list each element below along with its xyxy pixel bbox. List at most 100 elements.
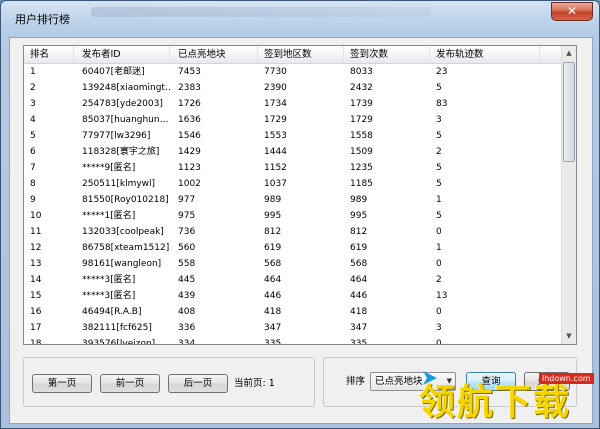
scroll-down-arrow-icon[interactable]: ▼ (562, 329, 576, 344)
cell-rank: 16 (30, 307, 42, 317)
table-row[interactable]: 6 118328[寰宇之旅] 1429 1444 1509 2 (24, 144, 562, 160)
previous-page-button[interactable]: 前一页 (100, 374, 160, 393)
column-header-checkin-regions[interactable]: 签到地区数 (258, 46, 344, 64)
table-row[interactable]: 7 *****9[匿名] 1123 1152 1235 5 (24, 160, 562, 176)
cell-lit-blocks: 736 (178, 227, 196, 237)
scroll-up-arrow-icon[interactable]: ▲ (562, 46, 576, 61)
table-row[interactable]: 16 46494[R.A.B] 408 418 418 0 (24, 304, 562, 320)
cell-tracks-published: 5 (436, 211, 442, 221)
cell-checkin-regions: 1734 (264, 99, 287, 109)
cell-checkin-regions: 568 (264, 259, 282, 269)
title-bar[interactable]: 用户排行榜 ✕ (1, 1, 599, 37)
table-row[interactable]: 14 *****3[匿名] 445 464 464 2 (24, 272, 562, 288)
column-header-tracks-published[interactable]: 发布轨迹数 (430, 46, 540, 64)
cell-rank: 17 (30, 323, 42, 333)
cell-lit-blocks: 975 (178, 211, 196, 221)
table-row[interactable]: 8 250511[klmywl] 1002 1037 1185 5 (24, 176, 562, 192)
cell-checkin-count: 2432 (350, 83, 373, 93)
cell-checkin-regions: 2390 (264, 83, 287, 93)
next-page-button[interactable]: 后一页 (168, 374, 228, 393)
table-header: 排名 发布者ID 已点亮地块 签到地区数 签到次数 发布轨迹数 (24, 46, 562, 64)
cell-checkin-count: 1235 (350, 163, 373, 173)
cell-rank: 5 (30, 131, 36, 141)
cell-checkin-count: 1729 (350, 115, 373, 125)
cell-tracks-published: 5 (436, 131, 442, 141)
cell-checkin-regions: 995 (264, 211, 282, 221)
first-page-button[interactable]: 第一页 (32, 374, 92, 393)
cell-checkin-count: 989 (350, 195, 368, 205)
cell-publisher-id: 81550[Roy010218] (82, 195, 169, 205)
cell-checkin-regions: 1444 (264, 147, 287, 157)
column-header-rank[interactable]: 排名 (24, 46, 74, 64)
cell-lit-blocks: 2383 (178, 83, 201, 93)
close-window-button[interactable]: ✕ (551, 2, 593, 21)
cell-checkin-regions: 1037 (264, 179, 287, 189)
cell-lit-blocks: 1726 (178, 99, 201, 109)
column-header-publisher-id[interactable]: 发布者ID (76, 46, 170, 64)
cell-checkin-count: 8033 (350, 67, 373, 77)
cell-publisher-id: 46494[R.A.B] (82, 307, 142, 317)
cell-lit-blocks: 1636 (178, 115, 201, 125)
cell-rank: 14 (30, 275, 42, 285)
cell-rank: 4 (30, 115, 36, 125)
cell-tracks-published: 0 (436, 227, 442, 237)
cell-tracks-published: 3 (436, 115, 442, 125)
cell-rank: 1 (30, 67, 36, 77)
cell-lit-blocks: 1123 (178, 163, 201, 173)
ranking-table[interactable]: 排名 发布者ID 已点亮地块 签到地区数 签到次数 发布轨迹数 1 60407[老… (23, 45, 577, 345)
cell-tracks-published: 5 (436, 83, 442, 93)
cell-lit-blocks: 439 (178, 291, 196, 301)
cell-tracks-published: 23 (436, 67, 448, 77)
table-row[interactable]: 1 60407[老邮迷] 7453 7730 8033 23 (24, 64, 562, 80)
cell-publisher-id: 139248[xiaomingt… (82, 83, 170, 93)
table-row[interactable]: 5 77977[lw3296] 1546 1553 1558 5 (24, 128, 562, 144)
cell-checkin-count: 568 (350, 259, 368, 269)
cell-lit-blocks: 336 (178, 323, 196, 333)
table-row[interactable]: 15 *****3[匿名] 439 446 446 13 (24, 288, 562, 304)
table-row[interactable]: 11 132033[coolpeak] 736 812 812 0 (24, 224, 562, 240)
cell-publisher-id: 132033[coolpeak] (82, 227, 164, 237)
cell-lit-blocks: 334 (178, 339, 196, 345)
cell-rank: 13 (30, 259, 42, 269)
cell-tracks-published: 0 (436, 339, 442, 345)
cell-tracks-published: 1 (436, 243, 442, 253)
table-row[interactable]: 4 85037[huanghun… 1636 1729 1729 3 (24, 112, 562, 128)
cell-checkin-count: 1509 (350, 147, 373, 157)
cell-checkin-regions: 464 (264, 275, 282, 285)
cell-checkin-count: 995 (350, 211, 368, 221)
cell-rank: 8 (30, 179, 36, 189)
table-row[interactable]: 18 393576[lveizon] 334 335 335 0 (24, 336, 562, 345)
table-row[interactable]: 12 86758[xteam1512] 560 619 619 1 (24, 240, 562, 256)
watermark-site: lhdown.com (539, 373, 594, 384)
table-row[interactable]: 17 382111[fcf625] 336 347 347 3 (24, 320, 562, 336)
cell-rank: 18 (30, 339, 42, 345)
cell-checkin-regions: 812 (264, 227, 282, 237)
sort-select-value: 已点亮地块 (375, 376, 423, 387)
cell-publisher-id: 254783[yde2003] (82, 99, 163, 109)
cell-publisher-id: *****9[匿名] (82, 163, 136, 173)
cell-rank: 3 (30, 99, 36, 109)
column-header-checkin-count[interactable]: 签到次数 (344, 46, 430, 64)
cell-rank: 12 (30, 243, 42, 253)
vertical-scrollbar[interactable]: ▲ ▼ (561, 46, 576, 344)
cell-checkin-regions: 1729 (264, 115, 287, 125)
cell-lit-blocks: 558 (178, 259, 196, 269)
cell-checkin-count: 812 (350, 227, 368, 237)
sort-label: 排序 (346, 376, 366, 387)
cell-tracks-published: 5 (436, 163, 442, 173)
cell-lit-blocks: 7453 (178, 67, 201, 77)
scroll-thumb[interactable] (563, 62, 575, 162)
table-row[interactable]: 9 81550[Roy010218] 977 989 989 1 (24, 192, 562, 208)
cell-tracks-published: 83 (436, 99, 448, 109)
cell-publisher-id: 60407[老邮迷] (82, 67, 145, 77)
cell-tracks-published: 5 (436, 179, 442, 189)
cell-rank: 2 (30, 83, 36, 93)
cell-checkin-count: 1185 (350, 179, 373, 189)
table-row[interactable]: 3 254783[yde2003] 1726 1734 1739 83 (24, 96, 562, 112)
table-row[interactable]: 2 139248[xiaomingt… 2383 2390 2432 5 (24, 80, 562, 96)
cell-tracks-published: 2 (436, 275, 442, 285)
table-row[interactable]: 10 *****1[匿名] 975 995 995 5 (24, 208, 562, 224)
current-page-label: 当前页: 1 (234, 378, 275, 389)
table-row[interactable]: 13 98161[wangleon] 558 568 568 0 (24, 256, 562, 272)
column-header-lit-blocks[interactable]: 已点亮地块 (172, 46, 258, 64)
